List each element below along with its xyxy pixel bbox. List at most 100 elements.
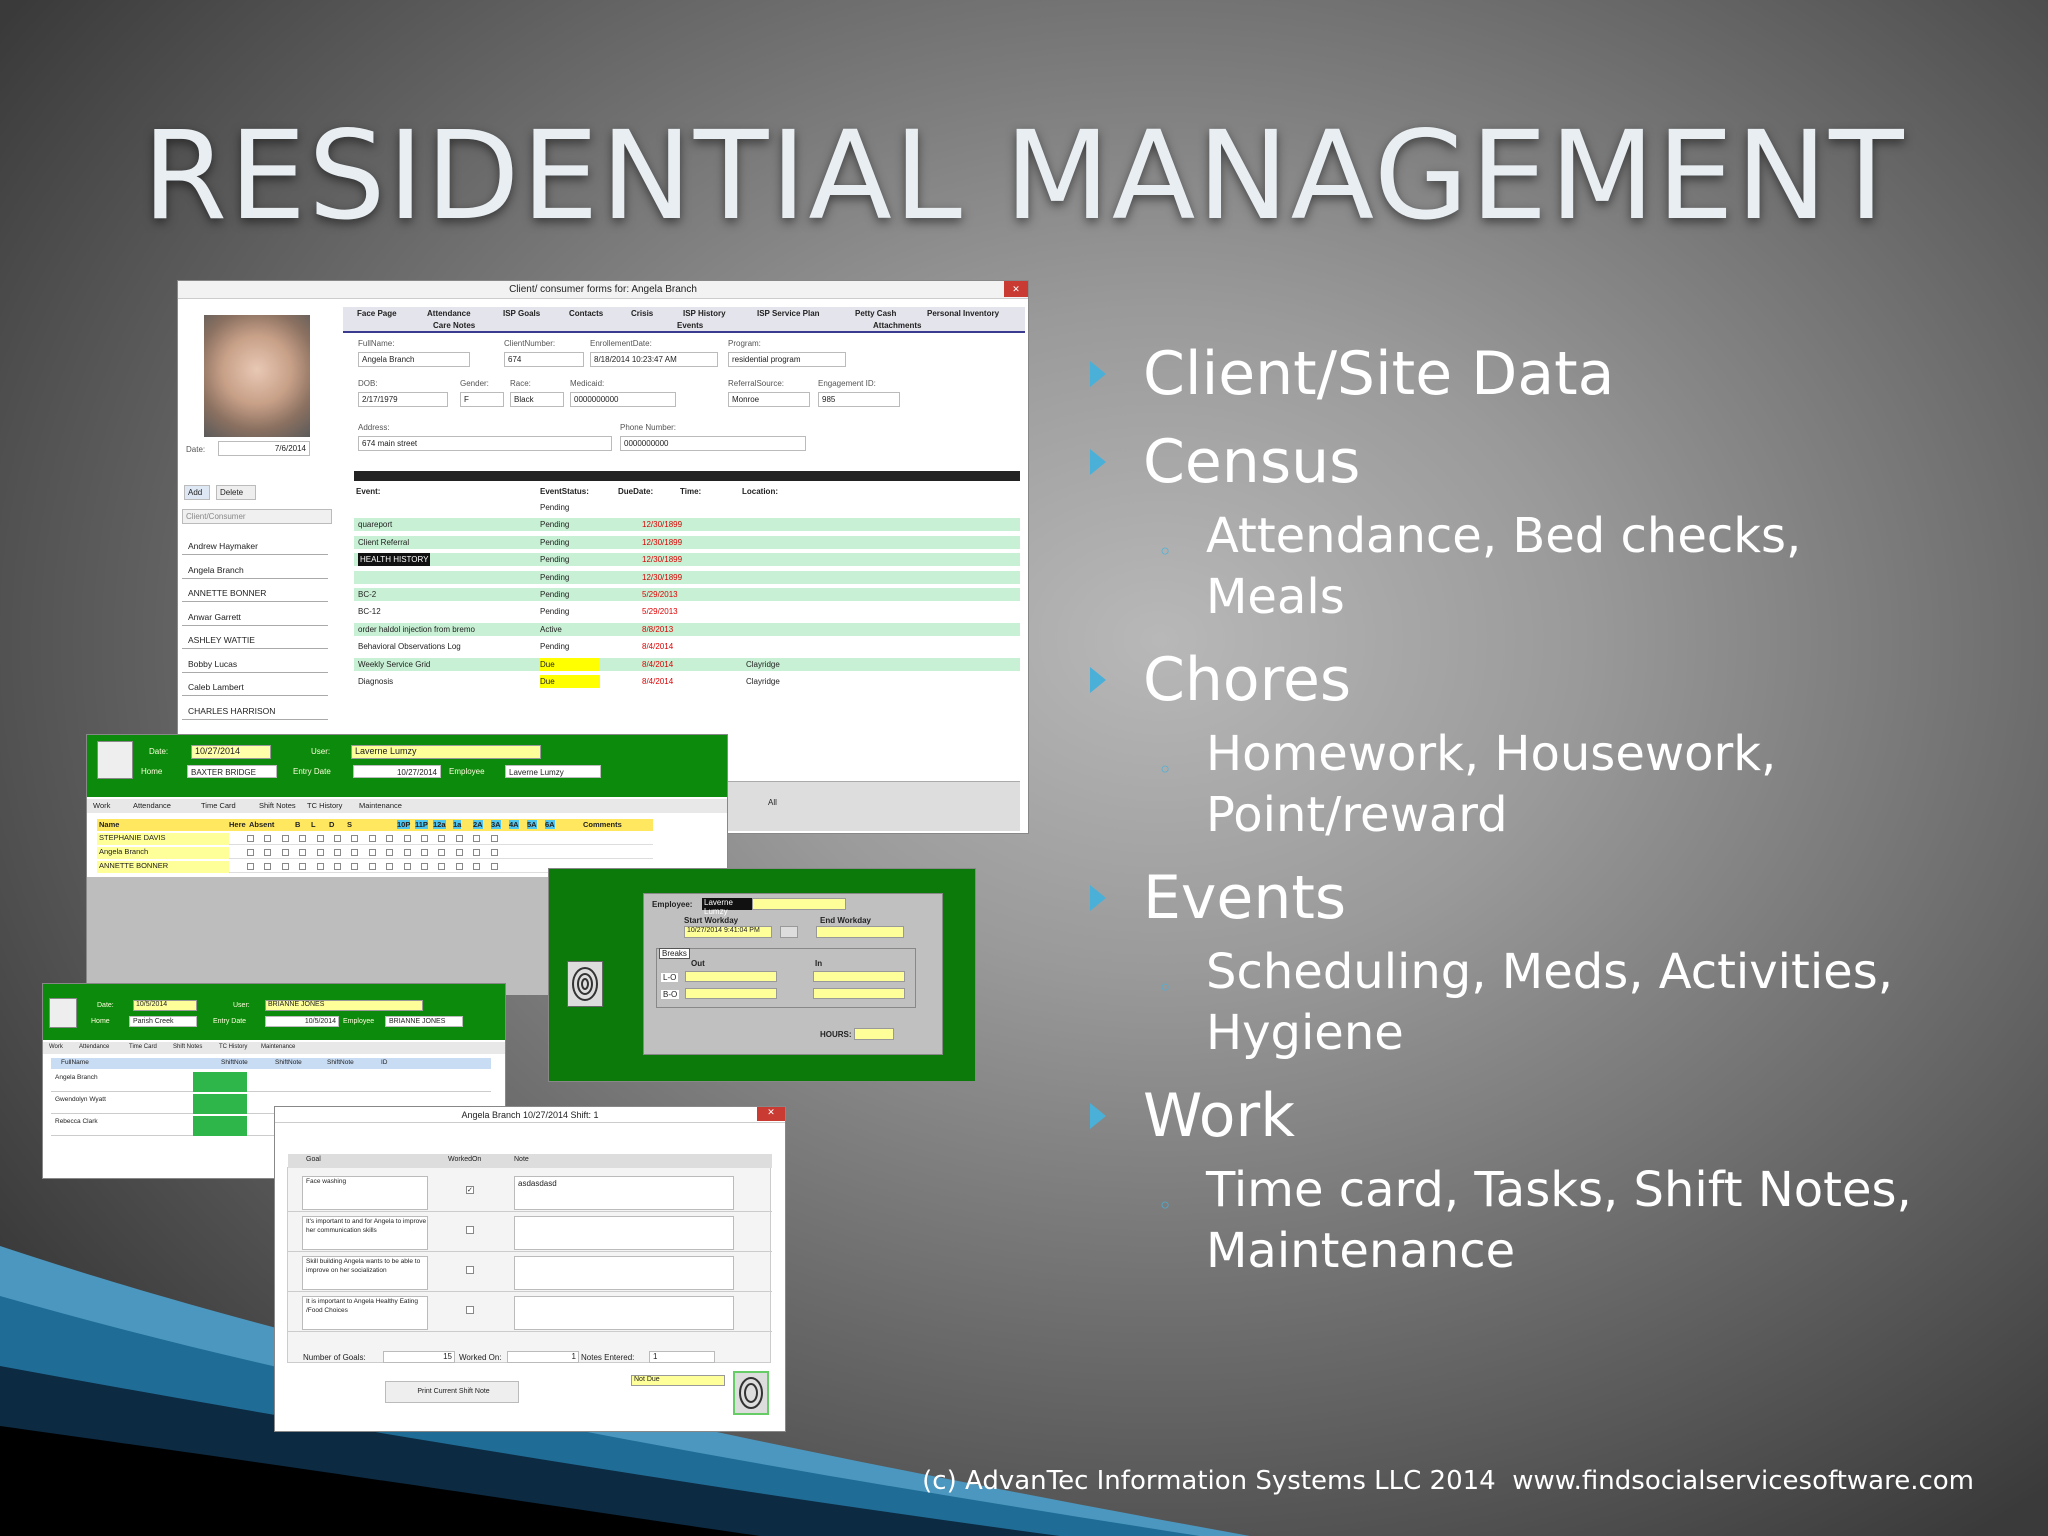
attendance-checkbox[interactable] [473, 835, 481, 842]
shift-note-cell[interactable] [193, 1072, 247, 1092]
fingerprint-icon[interactable] [567, 961, 603, 1007]
worked-on-checkbox[interactable]: ✓ [466, 1186, 474, 1194]
attendance-checkbox[interactable] [438, 863, 446, 870]
field-race[interactable]: Black [510, 392, 564, 407]
tab-crisis[interactable]: Crisis [631, 309, 653, 318]
attendance-checkbox[interactable] [421, 835, 428, 842]
goal-row[interactable]: Face washing ✓ asdasdasd [288, 1174, 772, 1212]
event-row[interactable]: quareport Pending 12/30/1899 [354, 518, 1020, 532]
shift-notes-row[interactable]: Angela Branch [51, 1072, 491, 1092]
attendance-checkbox[interactable] [490, 849, 498, 856]
field-phone[interactable]: 0000000000 [620, 436, 806, 451]
attendance-checkbox[interactable] [386, 835, 394, 842]
tab-isp-service-plan[interactable]: ISP Service Plan [757, 309, 820, 318]
attendance-checkbox[interactable] [473, 849, 481, 856]
event-row[interactable]: Pending 12/30/1899 [354, 570, 1020, 584]
tab-attachments[interactable]: Attachments [873, 321, 921, 330]
tab-time-card[interactable]: Time Card [129, 1044, 157, 1050]
break-2-in[interactable] [813, 988, 905, 999]
field-fullname[interactable]: Angela Branch [358, 352, 470, 367]
employee-select[interactable]: BRIANNE JONES [385, 1016, 463, 1027]
tab-face-page[interactable]: Face Page [357, 309, 397, 318]
shift-note-cell[interactable] [193, 1094, 247, 1114]
tab-time-card[interactable]: Time Card [201, 801, 236, 810]
attendance-checkbox[interactable] [299, 849, 307, 856]
tab-isp-goals[interactable]: ISP Goals [503, 309, 540, 318]
tab-petty-cash[interactable]: Petty Cash [855, 309, 896, 318]
client-list-item[interactable]: CHARLES HARRISON [182, 701, 328, 720]
attendance-checkbox[interactable] [455, 835, 463, 842]
tab-attendance[interactable]: Attendance [427, 309, 471, 318]
employee-select[interactable]: Laverne Lumzy [505, 765, 601, 778]
worked-on-checkbox[interactable] [466, 1306, 474, 1314]
tab-care-notes[interactable]: Care Notes [433, 321, 475, 330]
client-list-item[interactable]: Angela Branch [182, 560, 328, 579]
tab-attendance[interactable]: Attendance [79, 1044, 109, 1050]
attendance-checkbox[interactable] [386, 863, 394, 870]
field-referral[interactable]: Monroe [728, 392, 810, 407]
field-clientnumber[interactable]: 674 [504, 352, 584, 367]
goal-note[interactable] [514, 1256, 734, 1290]
attendance-checkbox[interactable] [351, 835, 359, 842]
client-list-item[interactable]: Anwar Garrett [182, 607, 328, 626]
employee-field[interactable]: Laverne Lumzy [702, 898, 752, 916]
worked-on-checkbox[interactable] [466, 1266, 474, 1274]
start-button[interactable] [780, 926, 798, 938]
client-list-item[interactable]: Andrew Haymaker [182, 537, 328, 555]
tab-work[interactable]: Work [49, 1044, 63, 1050]
delete-button[interactable]: Delete [216, 485, 256, 500]
event-row[interactable]: HEALTH HISTORY Pending 12/30/1899 [354, 553, 1020, 567]
attendance-checkbox[interactable] [334, 835, 341, 842]
goal-row[interactable]: It's important to and for Angela to impr… [288, 1214, 772, 1252]
home-select[interactable]: Parish Creek [129, 1016, 197, 1027]
attendance-checkbox[interactable] [351, 849, 359, 856]
field-medicaid[interactable]: 0000000000 [570, 392, 676, 407]
event-row[interactable]: BC-12 Pending 5/29/2013 [354, 605, 1020, 618]
break-1-out[interactable] [685, 971, 777, 982]
tab-tc-history[interactable]: TC History [307, 801, 342, 810]
attendance-checkbox[interactable] [316, 849, 324, 856]
date-field[interactable]: 10/5/2014 [133, 1000, 197, 1011]
date-field[interactable]: 10/27/2014 [191, 745, 271, 759]
attendance-checkbox[interactable] [473, 863, 481, 870]
attendance-checkbox[interactable] [403, 863, 411, 870]
attendance-checkbox[interactable] [281, 863, 289, 870]
status-select[interactable]: Not Due [631, 1375, 725, 1386]
client-list-item[interactable]: ANNETTE BONNER [182, 584, 328, 602]
tab-tc-history[interactable]: TC History [219, 1044, 247, 1050]
client-list-item[interactable]: Bobby Lucas [182, 654, 328, 673]
attendance-checkbox[interactable] [438, 849, 446, 856]
tab-work[interactable]: Work [93, 801, 110, 810]
attendance-checkbox[interactable] [386, 849, 394, 856]
break-2-out[interactable] [685, 988, 777, 999]
close-icon[interactable]: ✕ [757, 1107, 785, 1121]
attendance-checkbox[interactable] [316, 863, 324, 870]
attendance-checkbox[interactable] [421, 863, 428, 870]
attendance-checkbox[interactable] [264, 863, 272, 870]
event-row[interactable]: Weekly Service Grid Due 8/4/2014 Clayridge [354, 657, 1020, 671]
attendance-checkbox[interactable] [264, 849, 272, 856]
add-button[interactable]: Add [184, 485, 210, 500]
shift-note-cell[interactable] [193, 1116, 247, 1136]
event-row[interactable]: order haldol injection from bremo Active 8… [354, 622, 1020, 636]
attendance-checkbox[interactable] [455, 849, 463, 856]
attendance-checkbox[interactable] [438, 835, 446, 842]
attendance-checkbox[interactable] [490, 835, 498, 842]
field-dob[interactable]: 2/17/1979 [358, 392, 448, 407]
event-row[interactable]: Client Referral Pending 12/30/1899 [354, 535, 1020, 549]
worked-on-checkbox[interactable] [466, 1226, 474, 1234]
event-row[interactable]: Pending [354, 501, 1020, 514]
tab-attendance[interactable]: Attendance [133, 801, 171, 810]
close-icon[interactable]: ✕ [1004, 281, 1028, 297]
attendance-checkbox[interactable] [403, 835, 411, 842]
home-select[interactable]: BAXTER BRIDGE [187, 765, 277, 778]
break-1-in[interactable] [813, 971, 905, 982]
attendance-checkbox[interactable] [247, 849, 254, 856]
attendance-checkbox[interactable] [368, 863, 376, 870]
all-option[interactable]: All [768, 798, 777, 807]
field-engagement[interactable]: 985 [818, 392, 900, 407]
attendance-checkbox[interactable] [334, 849, 341, 856]
user-field[interactable]: BRIANNE JONES [265, 1000, 423, 1011]
fingerprint-icon[interactable] [733, 1371, 769, 1415]
tab-shift-notes[interactable]: Shift Notes [259, 801, 296, 810]
